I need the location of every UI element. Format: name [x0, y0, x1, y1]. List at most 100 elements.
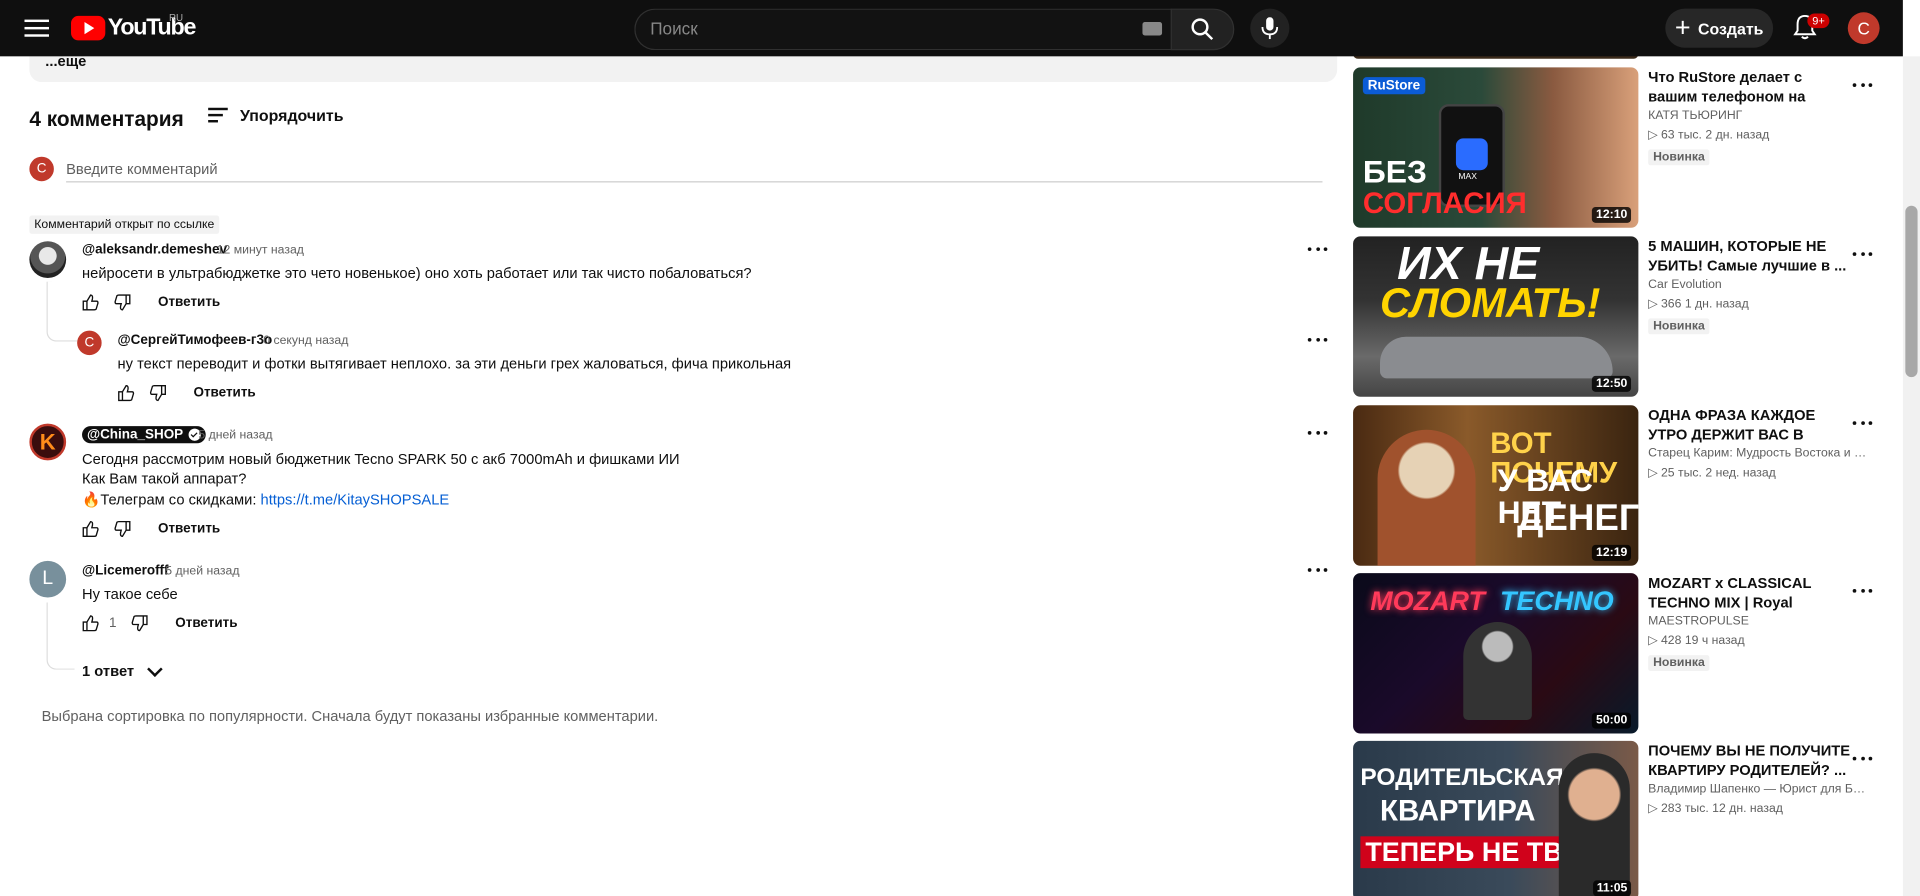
video-title[interactable]: ОДНА ФРАЗА КАЖДОЕ УТРО ДЕРЖИТ ВАС В НИЩЕ…	[1648, 405, 1854, 444]
video-thumbnail[interactable]: РОДИТЕЛЬСКАЯ КВАРТИРА ТЕПЕРЬ НЕ ТВОЯ 11:…	[1353, 740, 1639, 896]
reply-button[interactable]: Ответить	[158, 522, 220, 537]
comment-actions: Ответить	[118, 384, 256, 402]
avatar[interactable]	[29, 241, 67, 278]
comment-author[interactable]: @aleksandr.demeshev	[82, 242, 227, 257]
video-channel[interactable]: КАТЯ ТЬЮРИНГ	[1648, 109, 1868, 122]
comment-author[interactable]: @СергейТимофеев-г3о	[118, 333, 273, 348]
comment-author[interactable]: @Licemerofff	[82, 563, 168, 578]
recommended-video[interactable]: ИХ НЕ СЛОМАТЬ! 12:50 5 МАШИН, КОТОРЫЕ НЕ…	[1353, 236, 1873, 398]
dislike-icon[interactable]	[114, 294, 131, 311]
comments-count: 4 комментария	[29, 107, 184, 132]
video-channel[interactable]: Владимир Шапенко — Юрист для Биз...	[1648, 782, 1868, 795]
comment-time[interactable]: 5 дней назад	[198, 429, 272, 442]
avatar[interactable]: L	[29, 560, 67, 598]
comment-time[interactable]: 0 секунд назад	[263, 334, 348, 347]
reply-button[interactable]: Ответить	[193, 386, 255, 401]
video-thumbnail[interactable]: MOZART TECHNO 50:00	[1353, 573, 1639, 734]
linked-comment-label: Комментарий открыт по ссылке	[29, 215, 220, 234]
reply-button[interactable]: Ответить	[175, 616, 237, 631]
dislike-icon[interactable]	[131, 615, 148, 632]
video-channel[interactable]: Старец Карим: Мудрость Востока и С...	[1648, 447, 1868, 460]
video-menu-icon[interactable]	[1852, 580, 1873, 600]
comment-menu-icon[interactable]	[1307, 329, 1328, 349]
scrollbar-thumb[interactable]	[1905, 205, 1918, 378]
video-thumbnail[interactable]: ИХ НЕ СЛОМАТЬ! 12:50	[1353, 236, 1639, 397]
comment-author-chip[interactable]: @China_SHOP	[82, 426, 206, 444]
dislike-icon[interactable]	[114, 520, 131, 538]
my-avatar: С	[29, 156, 54, 182]
video-duration: 11:05	[1593, 880, 1632, 896]
avatar[interactable]: K	[29, 423, 67, 461]
like-icon[interactable]	[82, 520, 99, 538]
voice-search-button[interactable]	[1250, 8, 1290, 48]
like-icon[interactable]	[82, 294, 99, 311]
comment-time[interactable]: 12 минут назад	[217, 244, 304, 257]
menu-icon[interactable]	[22, 15, 51, 44]
thumb-caption: ДЕНЕГ	[1517, 498, 1639, 539]
comment-menu-icon[interactable]	[1307, 422, 1328, 442]
comment-menu-icon[interactable]	[1307, 560, 1328, 580]
elder-image	[1377, 429, 1476, 566]
video-duration: 12:10	[1592, 206, 1632, 223]
video-menu-icon[interactable]	[1852, 748, 1873, 768]
video-channel[interactable]: Car Evolution	[1648, 278, 1868, 291]
video-title[interactable]: MOZART x CLASSICAL TECHNO MIX | Royal Sy…	[1648, 573, 1854, 612]
avatar[interactable]: С	[77, 330, 102, 356]
like-count: 1	[108, 615, 117, 631]
like-icon[interactable]	[118, 384, 135, 402]
dj-image	[1463, 622, 1532, 721]
video-meta: ▷ 63 тыс. 2 дн. назад	[1648, 128, 1770, 143]
comment-menu-icon[interactable]	[1307, 239, 1328, 259]
recommended-video[interactable]: РОДИТЕЛЬСКАЯ КВАРТИРА ТЕПЕРЬ НЕ ТВОЯ 11:…	[1353, 740, 1873, 896]
video-thumbnail[interactable]: RuStore MAX БЕЗ СОГЛАСИЯ 12:10	[1353, 67, 1639, 228]
video-channel[interactable]: MAESTROPULSE	[1648, 615, 1868, 628]
masthead: YouTube RU + Создать 9+ С	[0, 0, 1903, 57]
scrollbar-track[interactable]	[1902, 56, 1920, 896]
thumb-caption: КВАРТИРА	[1380, 794, 1536, 828]
like-icon[interactable]	[82, 615, 99, 632]
video-title[interactable]: ПОЧЕМУ ВЫ НЕ ПОЛУЧИТЕ КВАРТИРУ РОДИТЕЛЕЙ…	[1648, 741, 1854, 780]
sort-button[interactable]: Упорядочить	[208, 107, 343, 125]
search-input[interactable]	[635, 9, 1116, 47]
add-comment-input[interactable]	[66, 156, 1323, 183]
comment-author: @China_SHOP	[86, 427, 184, 443]
recommended-video[interactable]: MOZART TECHNO 50:00 MOZART x CLASSICAL T…	[1353, 573, 1873, 735]
play-logo-icon	[71, 15, 106, 41]
plus-icon: +	[1674, 12, 1691, 43]
video-title[interactable]: 5 МАШИН, КОТОРЫЕ НЕ УБИТЬ! Самые лучшие …	[1648, 236, 1854, 275]
comment-text: Ну такое себе	[82, 585, 178, 603]
recommended-video[interactable]: ВОТ ПОЧЕМУ У ВАС НЕТ ДЕНЕГ 12:19 ОДНА ФР…	[1353, 405, 1873, 567]
search-icon	[1191, 18, 1214, 41]
dislike-icon[interactable]	[149, 384, 166, 402]
telegram-link[interactable]: https://t.me/KitaySHOPSALE	[261, 491, 450, 508]
keyboard-icon[interactable]	[1142, 22, 1163, 36]
comment-time[interactable]: 5 дней назад	[165, 564, 239, 577]
comment-text-line: 🔥Телеграм со скидками: https://t.me/Kita…	[82, 490, 449, 510]
search-box	[634, 8, 1172, 51]
logo-region: RU	[168, 12, 184, 24]
thumb-caption: БЕЗ	[1362, 153, 1427, 190]
thumb-caption: РОДИТЕЛЬСКАЯ	[1360, 764, 1564, 792]
recommended-video[interactable]: RuStore MAX БЕЗ СОГЛАСИЯ 12:10 Что RuSto…	[1353, 67, 1873, 229]
video-menu-icon[interactable]	[1852, 75, 1873, 95]
page: YouTube RU + Создать 9+ С ...еще 4 комме…	[0, 0, 1920, 896]
thread-connector	[46, 281, 78, 342]
create-button[interactable]: + Создать	[1665, 8, 1774, 48]
search-button[interactable]	[1170, 8, 1235, 51]
comment-text-prefix: 🔥Телеграм со скидками:	[82, 491, 261, 509]
comment-actions: 1 Ответить	[82, 615, 238, 632]
show-replies-button[interactable]: 1 ответ	[82, 660, 163, 680]
sort-note: Выбрана сортировка по популярности. Снач…	[41, 707, 659, 725]
youtube-logo[interactable]: YouTube RU	[71, 12, 196, 41]
comment-text-line: Сегодня рассмотрим новый бюджетник Tecno…	[82, 450, 680, 468]
video-menu-icon[interactable]	[1852, 413, 1873, 433]
thread-connector	[46, 602, 75, 670]
video-thumbnail[interactable]: ВОТ ПОЧЕМУ У ВАС НЕТ ДЕНЕГ 12:19	[1353, 405, 1639, 566]
video-duration: 12:19	[1592, 544, 1632, 561]
video-title[interactable]: Что RuStore делает с вашим телефоном на …	[1648, 67, 1854, 106]
reply-button[interactable]: Ответить	[158, 295, 220, 310]
account-avatar[interactable]: С	[1847, 12, 1880, 45]
video-meta: ▷ 428 19 ч назад	[1648, 634, 1745, 648]
video-menu-icon[interactable]	[1852, 244, 1873, 264]
new-badge: Новинка	[1648, 318, 1710, 335]
